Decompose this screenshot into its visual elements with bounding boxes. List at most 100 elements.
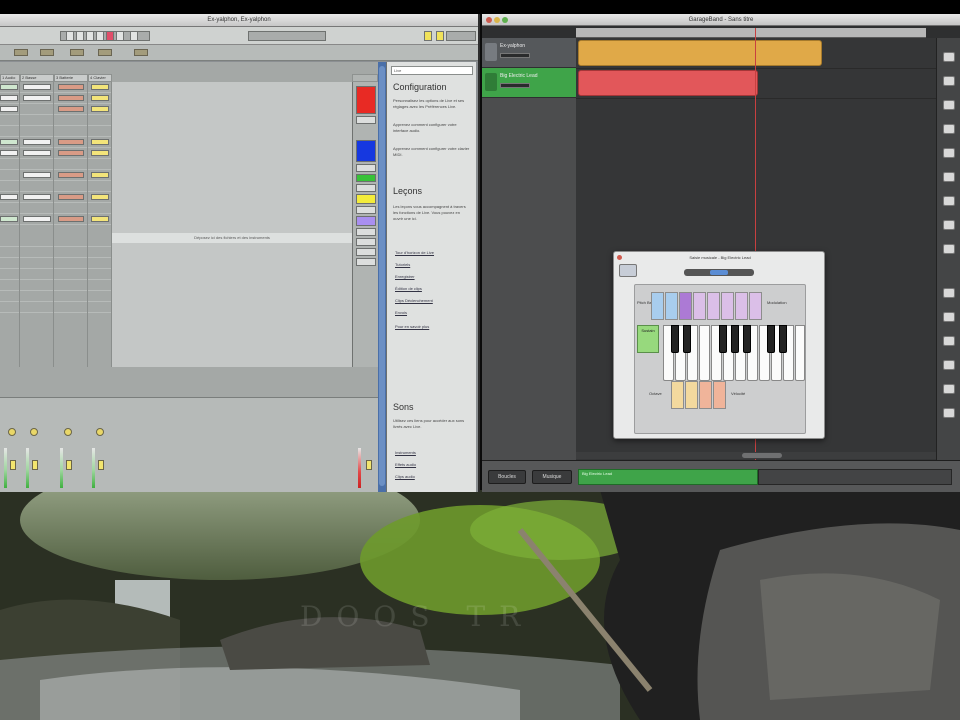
scrollbar-thumb[interactable] bbox=[379, 66, 385, 486]
black-key[interactable] bbox=[767, 325, 775, 353]
clip-slot[interactable] bbox=[0, 95, 18, 101]
pitch-key[interactable] bbox=[665, 292, 678, 320]
clip-slot[interactable] bbox=[91, 106, 109, 112]
clip-slot[interactable] bbox=[23, 95, 51, 101]
keyboard-range-strip[interactable] bbox=[684, 269, 754, 276]
sustain-key[interactable]: Sustain bbox=[637, 325, 659, 353]
loops-button[interactable]: Boucles bbox=[488, 470, 526, 484]
clip-slot[interactable] bbox=[23, 84, 51, 90]
stop-button[interactable] bbox=[96, 31, 104, 41]
track-controls[interactable] bbox=[500, 53, 530, 58]
white-key[interactable] bbox=[699, 325, 710, 381]
help-link[interactable]: Envois bbox=[395, 310, 407, 315]
keyboard-range-selection[interactable] bbox=[710, 270, 728, 275]
black-key[interactable] bbox=[719, 325, 727, 353]
help-link[interactable]: Instruments bbox=[395, 450, 416, 455]
help-link[interactable]: Édition de clips bbox=[395, 286, 422, 291]
scene-launch[interactable] bbox=[356, 206, 376, 214]
overdub-button[interactable] bbox=[116, 31, 124, 41]
toolbar-button[interactable] bbox=[943, 172, 955, 182]
scene-launch[interactable] bbox=[356, 86, 376, 114]
drop-zone[interactable] bbox=[112, 82, 352, 367]
scene-launch[interactable] bbox=[356, 248, 376, 256]
browser-chip[interactable] bbox=[70, 49, 84, 56]
pan-knob[interactable] bbox=[8, 428, 16, 436]
key-map-button[interactable] bbox=[424, 31, 432, 41]
score-button[interactable]: Musique bbox=[532, 470, 572, 484]
help-link[interactable]: Clips Déclenchement bbox=[395, 298, 433, 303]
black-key[interactable] bbox=[743, 325, 751, 353]
volume-fader[interactable] bbox=[98, 460, 104, 470]
pan-knob[interactable] bbox=[64, 428, 72, 436]
clip-slot[interactable] bbox=[23, 194, 51, 200]
volume-fader[interactable] bbox=[66, 460, 72, 470]
help-link[interactable]: Clips audio bbox=[395, 474, 415, 479]
track-header[interactable]: 3 Batterie bbox=[54, 74, 88, 82]
black-key[interactable] bbox=[671, 325, 679, 353]
velocity-key[interactable] bbox=[713, 381, 726, 409]
tap-button[interactable] bbox=[66, 31, 74, 41]
modulation-key[interactable] bbox=[735, 292, 748, 320]
white-key[interactable] bbox=[795, 325, 805, 381]
track-controls[interactable] bbox=[500, 83, 530, 88]
browser-chip[interactable] bbox=[40, 49, 54, 56]
midi-region[interactable] bbox=[578, 70, 758, 96]
clip-slot[interactable] bbox=[0, 150, 18, 156]
clip-slot[interactable] bbox=[58, 150, 84, 156]
clip-slot[interactable] bbox=[23, 150, 51, 156]
clip-slot[interactable] bbox=[23, 216, 51, 222]
toolbar-button[interactable] bbox=[943, 220, 955, 230]
clip-slot[interactable] bbox=[58, 216, 84, 222]
toolbar-button[interactable] bbox=[943, 148, 955, 158]
toolbar-button[interactable] bbox=[943, 384, 955, 394]
minimize-icon[interactable] bbox=[494, 17, 500, 23]
toolbar-button[interactable] bbox=[943, 360, 955, 370]
help-link[interactable]: Effets audio bbox=[395, 462, 416, 467]
zoom-icon[interactable] bbox=[502, 17, 508, 23]
modulation-key[interactable] bbox=[749, 292, 762, 320]
volume-fader[interactable] bbox=[10, 460, 16, 470]
toolbar-button[interactable] bbox=[943, 244, 955, 254]
track-header-row[interactable]: Ex-yalphon bbox=[482, 38, 576, 68]
browser-chip[interactable] bbox=[98, 49, 112, 56]
modulation-key[interactable] bbox=[693, 292, 706, 320]
timeline-ruler[interactable] bbox=[576, 28, 926, 38]
pan-knob[interactable] bbox=[30, 428, 38, 436]
clip-slot[interactable] bbox=[0, 139, 18, 145]
clip-slot[interactable] bbox=[91, 216, 109, 222]
help-link[interactable]: Pour en savoir plus bbox=[395, 324, 429, 329]
play-button[interactable] bbox=[86, 31, 94, 41]
volume-fader[interactable] bbox=[32, 460, 38, 470]
midi-map-button[interactable] bbox=[436, 31, 444, 41]
help-search-input[interactable]: Live bbox=[391, 66, 473, 75]
octave-key[interactable] bbox=[671, 381, 684, 409]
modulation-key[interactable] bbox=[679, 292, 692, 320]
toolbar-button[interactable] bbox=[943, 408, 955, 418]
track-header-row-selected[interactable]: Big Electric Lead bbox=[482, 68, 576, 98]
editor-region[interactable]: Big Electric Lead bbox=[578, 469, 758, 485]
scene-launch[interactable] bbox=[356, 164, 376, 172]
scene-launch[interactable] bbox=[356, 228, 376, 236]
modulation-key[interactable] bbox=[707, 292, 720, 320]
octave-key[interactable] bbox=[685, 381, 698, 409]
browser-chip[interactable] bbox=[134, 49, 148, 56]
clip-slot[interactable] bbox=[23, 139, 51, 145]
metronome-button[interactable] bbox=[76, 31, 84, 41]
loop-display[interactable] bbox=[248, 31, 326, 41]
keyboard-icon[interactable] bbox=[619, 264, 637, 277]
scene-launch[interactable] bbox=[356, 184, 376, 192]
scene-launch[interactable] bbox=[356, 116, 376, 124]
clip-slot[interactable] bbox=[0, 194, 18, 200]
scene-launch[interactable] bbox=[356, 174, 376, 182]
scene-launch[interactable] bbox=[356, 140, 376, 162]
editor-timeline[interactable] bbox=[758, 469, 952, 485]
clip-slot[interactable] bbox=[0, 216, 18, 222]
track-header[interactable]: 2 Basse bbox=[20, 74, 54, 82]
clip-slot[interactable] bbox=[58, 84, 84, 90]
velocity-key[interactable] bbox=[699, 381, 712, 409]
black-key[interactable] bbox=[683, 325, 691, 353]
clip-slot[interactable] bbox=[23, 172, 51, 178]
help-link[interactable]: Enregistrer bbox=[395, 274, 415, 279]
clip-slot[interactable] bbox=[91, 139, 109, 145]
clip-slot[interactable] bbox=[58, 194, 84, 200]
